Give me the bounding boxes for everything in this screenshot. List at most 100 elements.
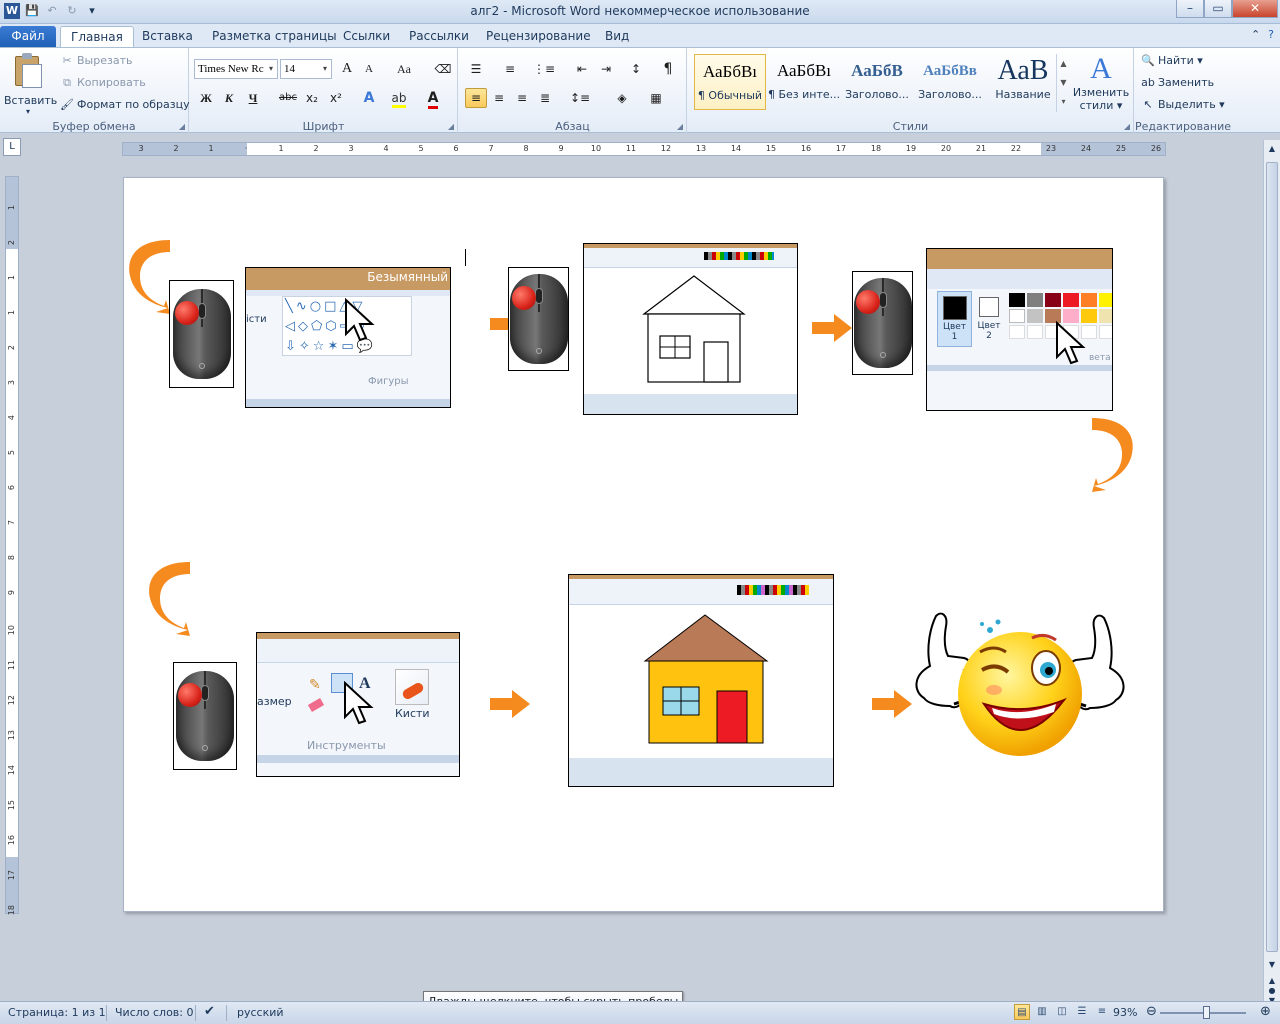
decrease-indent-icon[interactable]: ⇤ [571, 59, 593, 79]
tab-references[interactable]: Ссылки [333, 26, 400, 48]
cut-button[interactable]: ✂ Вырезать [60, 54, 132, 67]
style-heading-2[interactable]: АаБбВв Заголово... [914, 54, 986, 110]
prev-page-icon[interactable]: ▲ [1266, 976, 1278, 985]
zoom-slider-thumb[interactable] [1203, 1006, 1210, 1019]
curved-arrow-icon [129, 240, 170, 314]
chevron-down-icon[interactable]: ▼ [1057, 73, 1070, 92]
ruler-tick: 26 [1150, 144, 1162, 153]
window-controls: – ▭ ✕ [1176, 0, 1278, 18]
document-page[interactable]: Безымянный істи ╲∿○□△▽ ◁◇⬠⬡⇨⇦ ⇩✧☆✶▭💬 Фиг… [123, 177, 1164, 912]
zoom-in-icon[interactable]: ⊕ [1260, 1004, 1271, 1019]
ruler-tick: 21 [975, 144, 987, 153]
format-painter-button[interactable]: 🖌 Формат по образцу [60, 98, 190, 111]
borders-icon[interactable]: ▦ [645, 88, 667, 108]
page-count[interactable]: Страница: 1 из 1 [8, 1006, 106, 1019]
ruler-tick: 4 [383, 144, 389, 153]
minimize-button[interactable]: – [1176, 0, 1204, 18]
copy-button[interactable]: ⧉ Копировать [60, 76, 146, 90]
justify-icon[interactable]: ≣ [534, 88, 556, 108]
vertical-scrollbar[interactable]: ▲ ▼ ▲ ● ▼ [1263, 140, 1280, 1006]
vertical-ruler[interactable]: 1 2 1 1 2 3 4 5 6 7 8 9 10 11 12 13 14 15 16 17 18 [5, 176, 19, 915]
dialog-launcher-icon[interactable]: ◢ [179, 122, 185, 131]
tab-home[interactable]: Главная [60, 26, 134, 48]
scissors-icon: ✂ [62, 54, 72, 67]
browse-object-icon[interactable]: ● [1266, 986, 1278, 995]
maximize-button[interactable]: ▭ [1204, 0, 1232, 18]
minimize-ribbon-icon[interactable]: ⌃ [1251, 28, 1260, 41]
increase-indent-icon[interactable]: ⇥ [595, 59, 617, 79]
tab-review[interactable]: Рецензирование [476, 26, 601, 48]
bullets-icon[interactable]: ☰ [465, 59, 487, 79]
shrink-font-button[interactable]: A [358, 59, 380, 79]
chevron-down-icon[interactable]: ▾ [265, 60, 277, 78]
show-formatting-button[interactable]: ¶ [657, 59, 679, 79]
scroll-thumb[interactable] [1266, 162, 1278, 952]
strikethrough-button[interactable]: abc [277, 88, 299, 108]
tab-file[interactable]: Файл [0, 26, 56, 48]
numbering-icon[interactable]: ≡ [499, 59, 521, 79]
more-icon[interactable]: ▾ [1057, 92, 1070, 111]
web-layout-icon[interactable]: ◫ [1054, 1004, 1070, 1020]
line-spacing-icon[interactable]: ↕≡ [569, 88, 591, 108]
ruler-tick: 22 [1010, 144, 1022, 153]
close-button[interactable]: ✕ [1232, 0, 1278, 18]
ruler-tick: 5 [7, 450, 16, 456]
help-icon[interactable]: ? [1268, 28, 1274, 41]
select-button[interactable]: ↖ Выделить ▾ [1141, 98, 1224, 111]
language-indicator[interactable]: русский [237, 1006, 284, 1019]
change-case-button[interactable]: Aa [390, 59, 418, 79]
style-normal[interactable]: АаБбВı ¶ Обычный [694, 54, 766, 110]
change-styles-button[interactable]: A Изменить стили ▾ [1072, 52, 1130, 112]
grow-font-button[interactable]: A [336, 59, 358, 79]
print-layout-icon[interactable]: ▤ [1014, 1004, 1030, 1020]
multilevel-list-icon[interactable]: ⋮≡ [533, 59, 555, 79]
tab-view[interactable]: Вид [595, 26, 639, 48]
subscript-button[interactable]: x₂ [301, 88, 323, 108]
zoom-level[interactable]: 93% [1113, 1006, 1137, 1019]
font-name-combo[interactable]: Times New Rc ▾ [194, 59, 278, 79]
scroll-down-icon[interactable]: ▼ [1266, 960, 1278, 969]
align-center-icon[interactable]: ≡ [488, 88, 510, 108]
ruler-tick: 23 [1045, 144, 1057, 153]
highlight-icon[interactable]: ab [388, 88, 410, 108]
dialog-launcher-icon[interactable]: ◢ [1124, 122, 1130, 131]
superscript-button[interactable]: x² [325, 88, 347, 108]
ruler-tick: 24 [1080, 144, 1092, 153]
outline-icon[interactable]: ☰ [1074, 1004, 1090, 1020]
dialog-launcher-icon[interactable]: ◢ [448, 122, 454, 131]
group-font: Times New Rc ▾ 14 ▾ A A Aa ⌫ Ж К Ч abc x₂ … [190, 48, 458, 134]
italic-button[interactable]: К [218, 88, 240, 108]
style-no-spacing[interactable]: АаБбВı ¶ Без инте... [768, 54, 840, 110]
style-heading-1[interactable]: АаБбВ Заголово... [841, 54, 913, 110]
text-effects-icon[interactable]: A [358, 88, 380, 108]
shading-icon[interactable]: ◈ [611, 88, 633, 108]
horizontal-ruler[interactable]: 3 2 1 · 1 2 3 4 5 6 7 8 9 10 11 12 13 14 15 16 17 18 19 20 21 22 2… [122, 142, 1166, 156]
align-left-icon[interactable]: ≡ [465, 88, 487, 108]
tab-insert[interactable]: Вставка [132, 26, 203, 48]
draft-icon[interactable]: ≡ [1094, 1004, 1110, 1020]
font-size-combo[interactable]: 14 ▾ [280, 59, 332, 79]
paste-button[interactable]: Вставить ▾ [4, 52, 57, 116]
tab-page-layout[interactable]: Разметка страницы [202, 26, 347, 48]
sort-icon[interactable]: ↕ [625, 59, 647, 79]
scroll-up-icon[interactable]: ▲ [1266, 144, 1278, 153]
bold-button[interactable]: Ж [195, 88, 217, 108]
full-screen-reading-icon[interactable]: ▥ [1034, 1004, 1050, 1020]
align-right-icon[interactable]: ≡ [511, 88, 533, 108]
style-title[interactable]: АаВ Название [987, 54, 1059, 110]
tab-mailings[interactable]: Рассылки [399, 26, 479, 48]
chevron-down-icon[interactable]: ▾ [319, 60, 331, 78]
word-count[interactable]: Число слов: 0 [115, 1006, 194, 1019]
dialog-launcher-icon[interactable]: ◢ [677, 122, 683, 131]
underline-button[interactable]: Ч [242, 88, 264, 108]
replace-button[interactable]: ab Заменить [1141, 76, 1214, 89]
clear-formatting-icon[interactable]: ⌫ [432, 59, 454, 79]
chevron-up-icon[interactable]: ▲ [1057, 54, 1070, 73]
proofing-icon[interactable]: ✔ [204, 1004, 215, 1019]
font-color-icon[interactable]: A [422, 88, 444, 109]
styles-scroll[interactable]: ▲ ▼ ▾ [1056, 54, 1070, 112]
eraser-icon [307, 698, 325, 712]
tab-selector[interactable]: L [3, 138, 21, 156]
zoom-out-icon[interactable]: ⊖ [1146, 1004, 1157, 1019]
find-button[interactable]: 🔍 Найти ▾ [1141, 54, 1203, 67]
